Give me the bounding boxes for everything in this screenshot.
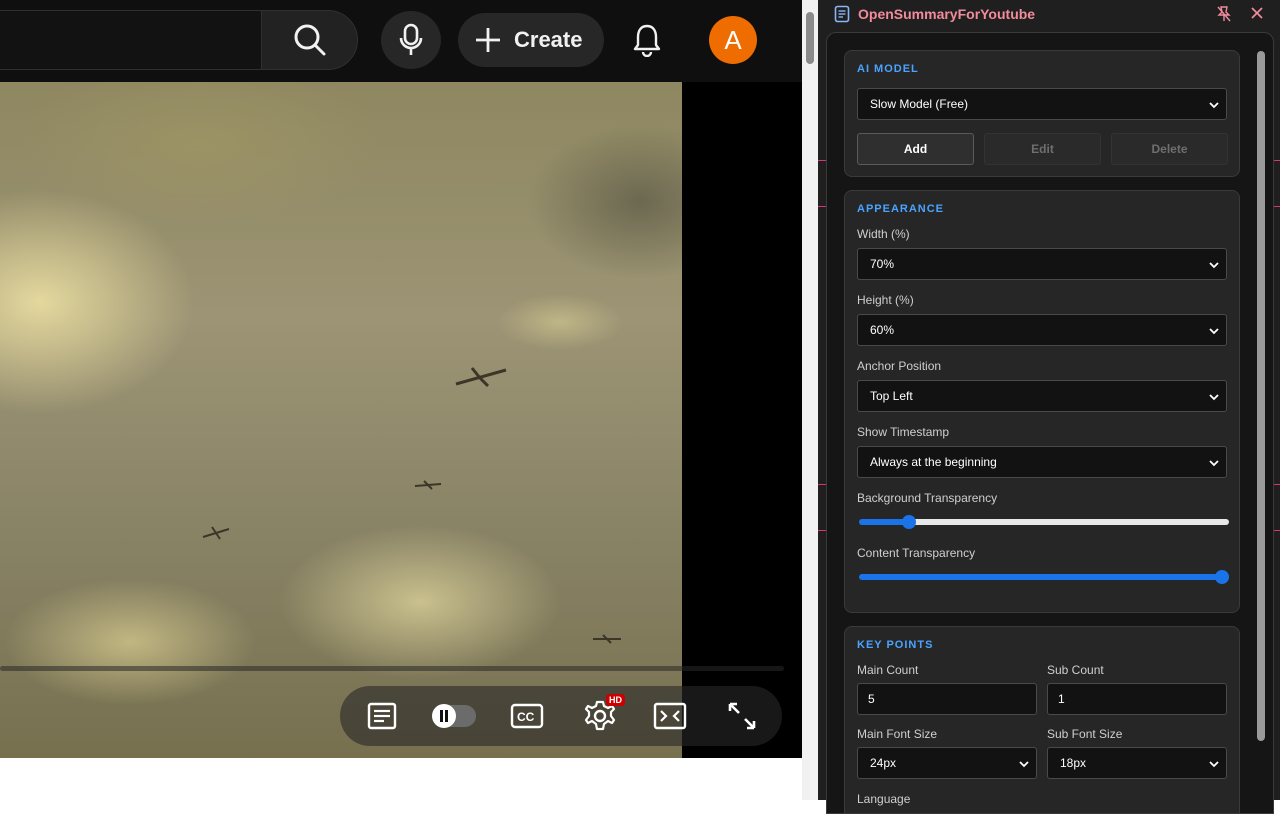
youtube-page: Create A CC HD (0, 0, 802, 800)
main-font-size-value: 24px (870, 756, 897, 770)
avatar[interactable]: A (709, 16, 757, 64)
captions-icon: CC (510, 703, 544, 729)
panel-scrollbar[interactable] (1257, 51, 1265, 741)
content-transparency-thumb[interactable] (1215, 570, 1229, 584)
transcript-icon (367, 702, 397, 730)
content-transparency-label: Content Transparency (857, 546, 976, 560)
main-count-label: Main Count (857, 663, 919, 677)
ai-model-select[interactable]: Slow Model (Free) (857, 88, 1227, 120)
captions-button[interactable]: CC (504, 686, 550, 746)
key-points-heading: KEY POINTS (857, 639, 934, 651)
sub-font-size-select[interactable]: 18px (1047, 747, 1227, 779)
fullscreen-button[interactable] (718, 686, 766, 746)
chevron-down-icon (1209, 460, 1219, 467)
chevron-down-icon (1209, 262, 1219, 269)
delete-model-button[interactable]: Delete (1111, 133, 1228, 165)
content-transparency-slider[interactable] (859, 570, 1229, 584)
sub-count-value: 1 (1058, 692, 1065, 706)
transcript-button[interactable] (358, 686, 406, 746)
player-controls: CC HD (340, 686, 782, 746)
autoplay-toggle[interactable] (432, 704, 476, 728)
page-scrollbar-thumb[interactable] (806, 12, 814, 64)
ai-model-card: AI MODEL Slow Model (Free) Add Edit Dele… (844, 50, 1240, 177)
fullscreen-icon (728, 702, 756, 730)
page-scrollbar[interactable] (802, 0, 818, 800)
language-label: Language (857, 792, 911, 806)
background-transparency-label: Background Transparency (857, 491, 998, 505)
sub-font-size-value: 18px (1060, 756, 1087, 770)
appearance-card: APPEARANCE Width (%) 70% Height (%) 60% … (844, 190, 1240, 613)
sub-font-size-label: Sub Font Size (1047, 727, 1123, 741)
video-player[interactable]: CC HD (0, 82, 802, 758)
edit-model-button[interactable]: Edit (984, 133, 1101, 165)
miniplayer-icon (653, 702, 687, 730)
search-input[interactable] (0, 10, 263, 70)
main-count-input[interactable]: 5 (857, 683, 1037, 715)
chevron-down-icon (1209, 761, 1219, 768)
show-timestamp-label: Show Timestamp (857, 425, 950, 439)
search-icon (294, 24, 325, 56)
sub-count-input[interactable]: 1 (1047, 683, 1227, 715)
page-background (0, 758, 802, 800)
add-model-button[interactable]: Add (857, 133, 974, 165)
height-select-value: 60% (870, 323, 895, 337)
video-progress-bar[interactable] (0, 666, 784, 671)
height-label: Height (%) (857, 293, 914, 307)
plane-shape (455, 367, 507, 388)
width-label: Width (%) (857, 227, 910, 241)
height-select[interactable]: 60% (857, 314, 1227, 346)
search-button[interactable] (261, 10, 358, 70)
svg-text:CC: CC (517, 710, 535, 724)
key-points-card: KEY POINTS Main Count 5 Sub Count 1 Main… (844, 626, 1240, 813)
side-panel-titlebar: OpenSummaryForYoutube (818, 0, 1280, 30)
video-frame (0, 82, 682, 758)
main-font-size-label: Main Font Size (857, 727, 938, 741)
hd-badge: HD (606, 694, 625, 706)
close-icon[interactable] (1248, 4, 1266, 22)
plane-shape (202, 526, 230, 540)
background-transparency-thumb[interactable] (901, 515, 916, 529)
side-panel-content: AI MODEL Slow Model (Free) Add Edit Dele… (826, 32, 1274, 814)
appearance-heading: APPEARANCE (857, 203, 945, 215)
notifications-button[interactable] (622, 14, 672, 66)
chevron-down-icon (1209, 102, 1219, 109)
chevron-down-icon (1209, 328, 1219, 335)
plane-shape (414, 480, 442, 490)
pause-icon (440, 710, 448, 722)
create-button-label: Create (514, 27, 583, 52)
voice-search-button[interactable] (381, 11, 441, 69)
plus-icon (476, 28, 500, 52)
sub-count-label: Sub Count (1047, 663, 1104, 677)
unpin-icon[interactable] (1216, 5, 1232, 23)
document-icon (834, 5, 850, 23)
youtube-header: Create A (0, 0, 802, 82)
ai-model-heading: AI MODEL (857, 63, 919, 75)
chevron-down-icon (1209, 394, 1219, 401)
main-font-size-select[interactable]: 24px (857, 747, 1037, 779)
ai-model-select-value: Slow Model (Free) (870, 97, 969, 111)
autoplay-knob (432, 704, 456, 728)
video-letterbox (682, 82, 802, 758)
settings-button[interactable]: HD (576, 686, 625, 746)
anchor-position-select-value: Top Left (870, 389, 913, 403)
chevron-down-icon (1019, 761, 1029, 768)
panel-scrollbar-thumb[interactable] (1257, 51, 1265, 741)
miniplayer-button[interactable] (646, 686, 694, 746)
show-timestamp-select[interactable]: Always at the beginning (857, 446, 1227, 478)
side-panel: OpenSummaryForYoutube AI MODEL Slow Mode… (818, 0, 1280, 814)
main-count-value: 5 (868, 692, 875, 706)
width-select[interactable]: 70% (857, 248, 1227, 280)
show-timestamp-select-value: Always at the beginning (870, 455, 997, 469)
microphone-icon (399, 23, 423, 55)
anchor-position-select[interactable]: Top Left (857, 380, 1227, 412)
side-panel-title: OpenSummaryForYoutube (858, 6, 1036, 22)
width-select-value: 70% (870, 257, 895, 271)
plane-shape (593, 634, 621, 644)
create-button[interactable]: Create (458, 13, 604, 67)
bell-icon (633, 24, 661, 57)
anchor-position-label: Anchor Position (857, 359, 942, 373)
background-transparency-slider[interactable] (859, 515, 1229, 529)
